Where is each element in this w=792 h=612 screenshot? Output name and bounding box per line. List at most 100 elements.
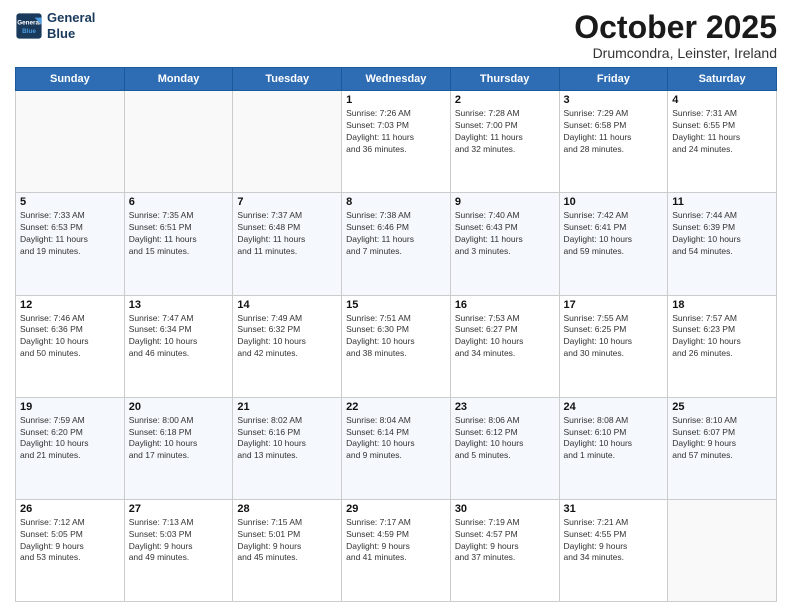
weekday-wednesday: Wednesday bbox=[342, 68, 451, 91]
day-cell-18: 18Sunrise: 7:57 AM Sunset: 6:23 PM Dayli… bbox=[668, 295, 777, 397]
weekday-thursday: Thursday bbox=[450, 68, 559, 91]
day-info-7: Sunrise: 7:37 AM Sunset: 6:48 PM Dayligh… bbox=[237, 210, 337, 258]
day-number-3: 3 bbox=[564, 94, 664, 106]
day-cell-22: 22Sunrise: 8:04 AM Sunset: 6:14 PM Dayli… bbox=[342, 397, 451, 499]
day-info-12: Sunrise: 7:46 AM Sunset: 6:36 PM Dayligh… bbox=[20, 313, 120, 361]
day-number-15: 15 bbox=[346, 299, 446, 311]
day-number-27: 27 bbox=[129, 503, 229, 515]
svg-text:Blue: Blue bbox=[22, 28, 36, 35]
week-row-1: 5 Sunrise: 7:33 AM Sunset: 6:53 PM Daylig… bbox=[16, 193, 777, 295]
day-number-24: 24 bbox=[564, 401, 664, 413]
day-cell-8: 8Sunrise: 7:38 AM Sunset: 6:46 PM Daylig… bbox=[342, 193, 451, 295]
day-cell-23: 23 Sunrise: 8:06 AM Sunset: 6:12 PM Dayli… bbox=[450, 397, 559, 499]
day-cell-28: 28 Sunrise: 7:15 AM Sunset: 5:01 PM Dayli… bbox=[233, 499, 342, 601]
day-number-13: 13 bbox=[129, 299, 229, 311]
calendar-table: SundayMondayTuesdayWednesdayThursdayFrid… bbox=[15, 67, 777, 602]
day-number-12: 12 bbox=[20, 299, 120, 311]
day-info-31: Sunrise: 7:21 AM Sunset: 4:55 PM Dayligh… bbox=[564, 517, 664, 565]
day-info-27: Sunrise: 7:13 AM Sunset: 5:03 PM Dayligh… bbox=[129, 517, 229, 565]
day-info-29: Sunrise: 7:17 AM Sunset: 4:59 PM Dayligh… bbox=[346, 517, 446, 565]
day-cell-24: 24 Sunrise: 8:08 AM Sunset: 6:10 PM Dayli… bbox=[559, 397, 668, 499]
day-number-11: 11 bbox=[672, 196, 772, 208]
day-info-25: Sunrise: 8:10 AM Sunset: 6:07 PM Dayligh… bbox=[672, 415, 772, 463]
day-cell-1: 1 Sunrise: 7:26 AM Sunset: 7:03 PM Daylig… bbox=[342, 91, 451, 193]
title-block: October 2025 Drumcondra, Leinster, Irela… bbox=[574, 10, 777, 61]
day-number-22: 22 bbox=[346, 401, 446, 413]
day-cell-13: 13 Sunrise: 7:47 AM Sunset: 6:34 PM Dayli… bbox=[124, 295, 233, 397]
location-subtitle: Drumcondra, Leinster, Ireland bbox=[574, 45, 777, 61]
day-cell-21: 21Sunrise: 8:02 AM Sunset: 6:16 PM Dayli… bbox=[233, 397, 342, 499]
day-info-13: Sunrise: 7:47 AM Sunset: 6:34 PM Dayligh… bbox=[129, 313, 229, 361]
day-number-1: 1 bbox=[346, 94, 446, 106]
week-row-0: 1 Sunrise: 7:26 AM Sunset: 7:03 PM Daylig… bbox=[16, 91, 777, 193]
day-cell-6: 6Sunrise: 7:35 AM Sunset: 6:51 PM Daylig… bbox=[124, 193, 233, 295]
day-cell-20: 20 Sunrise: 8:00 AM Sunset: 6:18 PM Dayli… bbox=[124, 397, 233, 499]
weekday-monday: Monday bbox=[124, 68, 233, 91]
page: General Blue General Blue October 2025 D… bbox=[0, 0, 792, 612]
day-cell-14: 14 Sunrise: 7:49 AM Sunset: 6:32 PM Dayli… bbox=[233, 295, 342, 397]
day-number-14: 14 bbox=[237, 299, 337, 311]
day-number-19: 19 bbox=[20, 401, 120, 413]
day-info-17: Sunrise: 7:55 AM Sunset: 6:25 PM Dayligh… bbox=[564, 313, 664, 361]
day-info-15: Sunrise: 7:51 AM Sunset: 6:30 PM Dayligh… bbox=[346, 313, 446, 361]
day-info-2: Sunrise: 7:28 AM Sunset: 7:00 PM Dayligh… bbox=[455, 108, 555, 156]
day-cell-2: 2 Sunrise: 7:28 AM Sunset: 7:00 PM Daylig… bbox=[450, 91, 559, 193]
month-title: October 2025 bbox=[574, 10, 777, 45]
day-info-4: Sunrise: 7:31 AM Sunset: 6:55 PM Dayligh… bbox=[672, 108, 772, 156]
day-cell-16: 16 Sunrise: 7:53 AM Sunset: 6:27 PM Dayli… bbox=[450, 295, 559, 397]
day-number-18: 18 bbox=[672, 299, 772, 311]
day-number-6: 6 bbox=[129, 196, 229, 208]
day-number-2: 2 bbox=[455, 94, 555, 106]
day-info-11: Sunrise: 7:44 AM Sunset: 6:39 PM Dayligh… bbox=[672, 210, 772, 258]
day-cell-3: 3 Sunrise: 7:29 AM Sunset: 6:58 PM Daylig… bbox=[559, 91, 668, 193]
day-info-8: Sunrise: 7:38 AM Sunset: 6:46 PM Dayligh… bbox=[346, 210, 446, 258]
day-info-10: Sunrise: 7:42 AM Sunset: 6:41 PM Dayligh… bbox=[564, 210, 664, 258]
day-number-10: 10 bbox=[564, 196, 664, 208]
day-info-23: Sunrise: 8:06 AM Sunset: 6:12 PM Dayligh… bbox=[455, 415, 555, 463]
day-info-5: Sunrise: 7:33 AM Sunset: 6:53 PM Dayligh… bbox=[20, 210, 120, 258]
day-cell-10: 10 Sunrise: 7:42 AM Sunset: 6:41 PM Dayli… bbox=[559, 193, 668, 295]
week-row-2: 12 Sunrise: 7:46 AM Sunset: 6:36 PM Dayli… bbox=[16, 295, 777, 397]
day-info-1: Sunrise: 7:26 AM Sunset: 7:03 PM Dayligh… bbox=[346, 108, 446, 156]
day-number-5: 5 bbox=[20, 196, 120, 208]
day-info-16: Sunrise: 7:53 AM Sunset: 6:27 PM Dayligh… bbox=[455, 313, 555, 361]
day-cell-27: 27 Sunrise: 7:13 AM Sunset: 5:03 PM Dayli… bbox=[124, 499, 233, 601]
day-number-16: 16 bbox=[455, 299, 555, 311]
day-number-20: 20 bbox=[129, 401, 229, 413]
logo-text-line1: General bbox=[47, 10, 95, 26]
day-cell-11: 11 Sunrise: 7:44 AM Sunset: 6:39 PM Dayli… bbox=[668, 193, 777, 295]
logo: General Blue General Blue bbox=[15, 10, 95, 41]
day-cell-30: 30 Sunrise: 7:19 AM Sunset: 4:57 PM Dayli… bbox=[450, 499, 559, 601]
day-number-17: 17 bbox=[564, 299, 664, 311]
day-number-30: 30 bbox=[455, 503, 555, 515]
weekday-sunday: Sunday bbox=[16, 68, 125, 91]
day-info-20: Sunrise: 8:00 AM Sunset: 6:18 PM Dayligh… bbox=[129, 415, 229, 463]
logo-text-line2: Blue bbox=[47, 26, 95, 42]
day-info-28: Sunrise: 7:15 AM Sunset: 5:01 PM Dayligh… bbox=[237, 517, 337, 565]
weekday-saturday: Saturday bbox=[668, 68, 777, 91]
empty-cell bbox=[124, 91, 233, 193]
day-number-4: 4 bbox=[672, 94, 772, 106]
day-cell-19: 19Sunrise: 7:59 AM Sunset: 6:20 PM Dayli… bbox=[16, 397, 125, 499]
day-number-26: 26 bbox=[20, 503, 120, 515]
day-number-23: 23 bbox=[455, 401, 555, 413]
day-number-28: 28 bbox=[237, 503, 337, 515]
day-info-30: Sunrise: 7:19 AM Sunset: 4:57 PM Dayligh… bbox=[455, 517, 555, 565]
day-cell-5: 5 Sunrise: 7:33 AM Sunset: 6:53 PM Daylig… bbox=[16, 193, 125, 295]
day-info-3: Sunrise: 7:29 AM Sunset: 6:58 PM Dayligh… bbox=[564, 108, 664, 156]
day-info-21: Sunrise: 8:02 AM Sunset: 6:16 PM Dayligh… bbox=[237, 415, 337, 463]
day-info-24: Sunrise: 8:08 AM Sunset: 6:10 PM Dayligh… bbox=[564, 415, 664, 463]
day-cell-31: 31Sunrise: 7:21 AM Sunset: 4:55 PM Dayli… bbox=[559, 499, 668, 601]
empty-cell bbox=[233, 91, 342, 193]
weekday-tuesday: Tuesday bbox=[233, 68, 342, 91]
day-info-14: Sunrise: 7:49 AM Sunset: 6:32 PM Dayligh… bbox=[237, 313, 337, 361]
day-info-9: Sunrise: 7:40 AM Sunset: 6:43 PM Dayligh… bbox=[455, 210, 555, 258]
day-cell-15: 15 Sunrise: 7:51 AM Sunset: 6:30 PM Dayli… bbox=[342, 295, 451, 397]
week-row-4: 26Sunrise: 7:12 AM Sunset: 5:05 PM Dayli… bbox=[16, 499, 777, 601]
svg-text:General: General bbox=[17, 19, 41, 26]
header: General Blue General Blue October 2025 D… bbox=[15, 10, 777, 61]
day-cell-9: 9Sunrise: 7:40 AM Sunset: 6:43 PM Daylig… bbox=[450, 193, 559, 295]
day-number-7: 7 bbox=[237, 196, 337, 208]
empty-cell bbox=[668, 499, 777, 601]
day-cell-17: 17 Sunrise: 7:55 AM Sunset: 6:25 PM Dayli… bbox=[559, 295, 668, 397]
